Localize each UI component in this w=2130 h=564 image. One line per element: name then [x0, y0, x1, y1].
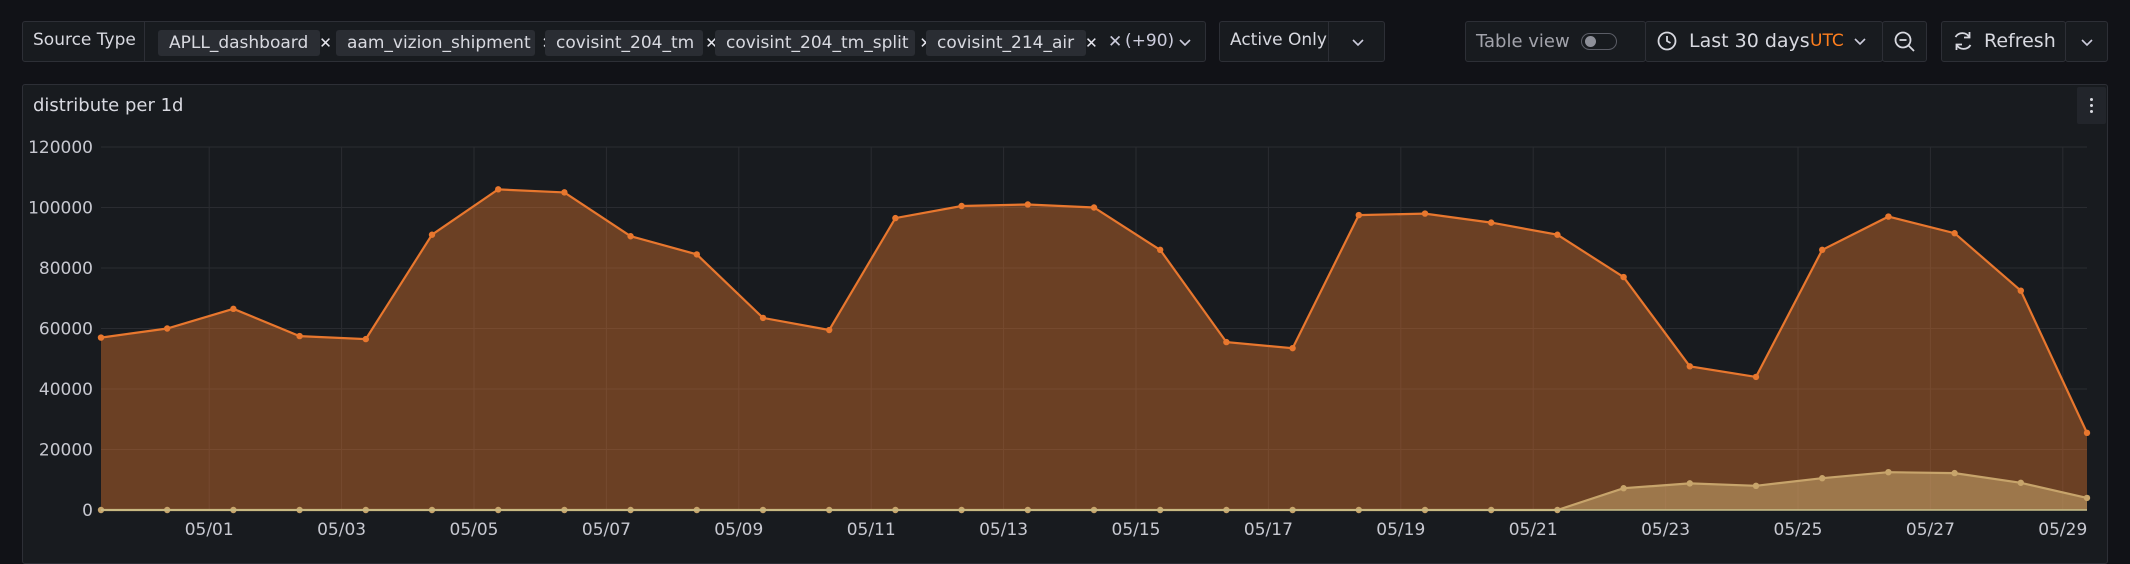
y-tick-label: 40000 [39, 380, 93, 400]
data-point [561, 189, 568, 196]
y-tick-label: 0 [82, 501, 93, 521]
x-tick-label: 05/01 [185, 520, 234, 540]
data-point [296, 332, 303, 340]
y-tick-label: 100000 [28, 199, 93, 219]
data-point [2083, 494, 2091, 502]
data-point [1819, 246, 1826, 254]
x-tick-label: 05/15 [1112, 520, 1161, 540]
data-point [1752, 482, 1760, 489]
data-point [495, 186, 502, 193]
x-tick-label: 05/23 [1641, 520, 1690, 540]
data-point [958, 202, 965, 210]
data-point [1620, 485, 1627, 492]
data-point [627, 233, 634, 240]
data-point [1686, 363, 1694, 370]
data-point [693, 251, 700, 258]
x-tick-label: 05/03 [317, 520, 366, 540]
data-point [1885, 468, 1892, 476]
data-point [1024, 201, 1032, 208]
data-point [164, 325, 171, 332]
data-point [1488, 219, 1495, 226]
x-tick-label: 05/13 [979, 520, 1028, 540]
series-area [101, 189, 2087, 510]
data-point [1223, 338, 1230, 346]
data-point [1090, 204, 1098, 211]
data-point [1951, 469, 1958, 477]
data-point [1752, 373, 1760, 381]
x-tick-label: 05/09 [714, 520, 763, 540]
distribute-chart[interactable]: 0 20000 40000 60000 80000 100000 120000 05/01 05… [0, 0, 2130, 549]
y-tick-label: 120000 [28, 138, 93, 158]
data-point [1355, 211, 1363, 219]
data-point [97, 334, 105, 341]
data-point [428, 231, 436, 238]
data-point [2017, 287, 2025, 294]
y-tick-label: 60000 [39, 320, 93, 340]
data-point [362, 335, 369, 343]
y-tick-label: 80000 [39, 259, 93, 279]
data-point [1620, 273, 1627, 281]
x-tick-label: 05/27 [1906, 520, 1955, 540]
data-point [2017, 479, 2025, 486]
data-point [759, 314, 767, 322]
x-tick-label: 05/25 [1774, 520, 1823, 540]
data-point [1157, 246, 1164, 254]
x-tick-label: 05/11 [847, 520, 896, 540]
x-tick-label: 05/29 [2038, 520, 2087, 540]
data-point [2083, 429, 2091, 437]
data-point [230, 305, 237, 313]
data-point [1289, 344, 1296, 352]
data-point [1951, 230, 1958, 237]
x-tick-label: 05/07 [582, 520, 631, 540]
x-tick-label: 05/17 [1244, 520, 1293, 540]
data-point [826, 326, 833, 334]
x-tick-label: 05/05 [450, 520, 499, 540]
data-point [1686, 480, 1694, 487]
data-point [1885, 213, 1892, 220]
data-point [1819, 475, 1826, 482]
data-point [1421, 210, 1429, 217]
data-point [1554, 231, 1561, 238]
x-tick-label: 05/21 [1509, 520, 1558, 540]
x-tick-label: 05/19 [1376, 520, 1425, 540]
data-point [892, 214, 899, 222]
y-tick-label: 20000 [39, 441, 93, 461]
